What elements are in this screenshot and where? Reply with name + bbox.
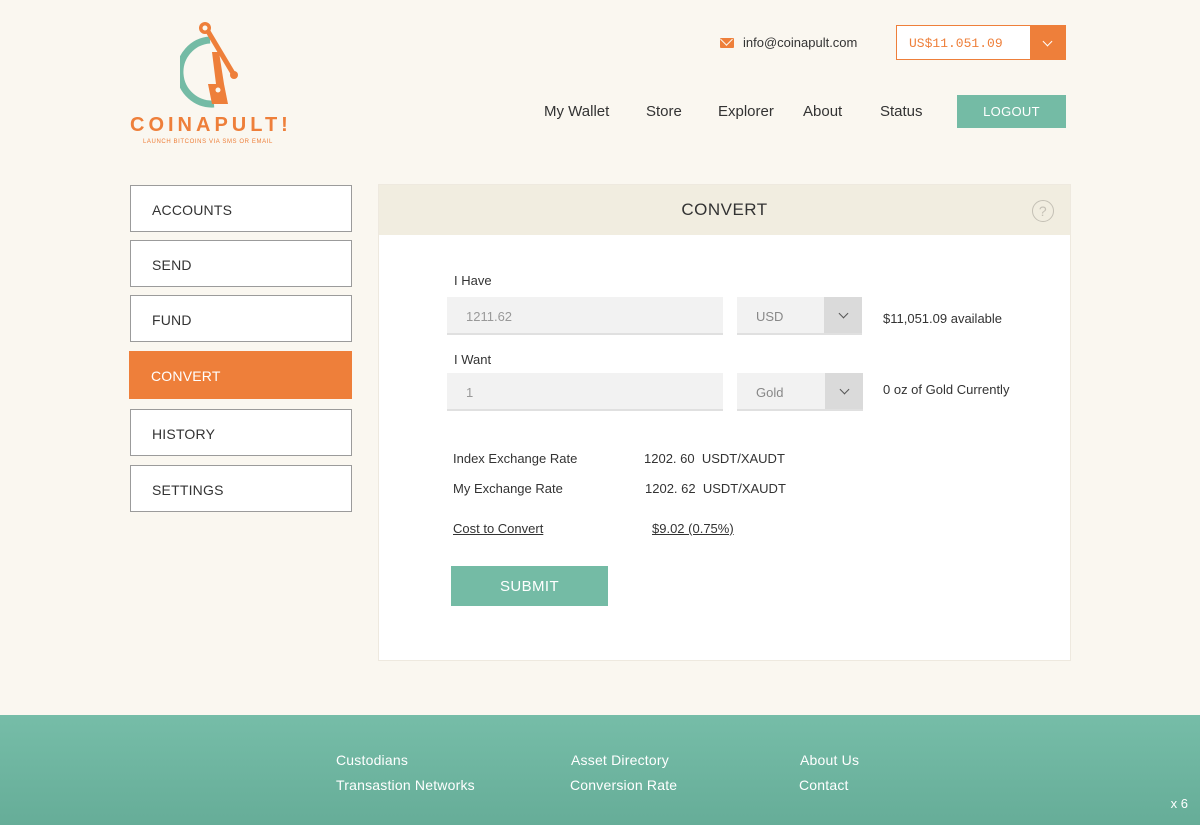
want-currency-toggle[interactable] bbox=[825, 373, 863, 409]
my-rate-label: My Exchange Rate bbox=[453, 481, 563, 496]
sidebar-item-fund[interactable]: FUND bbox=[130, 295, 352, 342]
have-label: I Have bbox=[454, 273, 492, 288]
want-currency-value: Gold bbox=[756, 385, 784, 400]
sidebar-item-accounts[interactable]: ACCOUNTS bbox=[130, 185, 352, 232]
balance-dropdown[interactable]: US$11.051.09 bbox=[896, 25, 1066, 60]
chevron-down-icon bbox=[1042, 36, 1053, 46]
coinapult-logo[interactable]: COINAPULT! LAUNCH BITCOINS VIA SMS OR EM… bbox=[130, 20, 300, 150]
index-rate-label: Index Exchange Rate bbox=[453, 451, 578, 466]
logo-wordmark: COINAPULT! bbox=[130, 114, 292, 136]
sidebar-item-history[interactable]: HISTORY bbox=[130, 409, 352, 456]
balance-dropdown-toggle[interactable] bbox=[1030, 26, 1065, 59]
convert-panel: CONVERT ? I Have 1211.62 USD $11,051.09 … bbox=[378, 184, 1071, 661]
balance-value: US$11.051.09 bbox=[909, 36, 1003, 51]
submit-button[interactable]: SUBMIT bbox=[451, 566, 608, 606]
footer-link-asset-directory[interactable]: Asset Directory bbox=[571, 752, 669, 768]
nav-status[interactable]: Status bbox=[880, 103, 923, 120]
zoom-indicator: x 6 bbox=[1170, 796, 1188, 811]
footer: Custodians Transastion Networks Asset Di… bbox=[0, 715, 1200, 825]
footer-link-transaction-networks[interactable]: Transastion Networks bbox=[336, 777, 475, 793]
catapult-logo-icon bbox=[180, 22, 238, 108]
chevron-down-icon bbox=[838, 308, 848, 319]
nav-explorer[interactable]: Explorer bbox=[718, 103, 774, 120]
sidebar-item-convert[interactable]: CONVERT bbox=[129, 351, 352, 399]
want-amount-input[interactable]: 1 bbox=[447, 373, 723, 411]
logout-button[interactable]: LOGOUT bbox=[957, 95, 1066, 128]
cost-to-convert-value[interactable]: $9.02 (0.75%) bbox=[652, 521, 734, 536]
sidebar-item-send[interactable]: SEND bbox=[130, 240, 352, 287]
nav-about[interactable]: About bbox=[803, 103, 842, 120]
nav-my-wallet[interactable]: My Wallet bbox=[544, 103, 609, 120]
want-currency-select[interactable]: Gold bbox=[737, 373, 863, 411]
chevron-down-icon bbox=[839, 384, 849, 395]
footer-link-about-us[interactable]: About Us bbox=[800, 752, 859, 768]
have-currency-select[interactable]: USD bbox=[737, 297, 862, 335]
footer-link-contact[interactable]: Contact bbox=[799, 777, 849, 793]
panel-header: CONVERT ? bbox=[379, 185, 1070, 235]
contact-email[interactable]: info@coinapult.com bbox=[720, 35, 857, 50]
footer-link-conversion-rate[interactable]: Conversion Rate bbox=[570, 777, 677, 793]
contact-email-text: info@coinapult.com bbox=[743, 35, 858, 50]
panel-title: CONVERT bbox=[681, 200, 768, 219]
want-label: I Want bbox=[454, 352, 492, 367]
logo-tagline: LAUNCH BITCOINS VIA SMS OR EMAIL bbox=[143, 139, 273, 145]
have-available-note: $11,051.09 available bbox=[883, 311, 1003, 326]
sidebar-item-settings[interactable]: SETTINGS bbox=[130, 465, 352, 512]
help-icon[interactable]: ? bbox=[1032, 200, 1054, 222]
want-current-note: 0 oz of Gold Currently bbox=[883, 382, 1010, 397]
have-currency-value: USD bbox=[756, 309, 784, 324]
index-rate-value: 1202. 60 USDT/XAUDT bbox=[644, 451, 785, 466]
cost-to-convert-link[interactable]: Cost to Convert bbox=[453, 521, 543, 536]
have-amount-input[interactable]: 1211.62 bbox=[447, 297, 723, 335]
envelope-icon bbox=[720, 37, 734, 48]
have-currency-toggle[interactable] bbox=[824, 297, 862, 333]
my-rate-value: 1202. 62 USDT/XAUDT bbox=[645, 481, 786, 496]
footer-link-custodians[interactable]: Custodians bbox=[336, 752, 408, 768]
nav-store[interactable]: Store bbox=[646, 103, 682, 120]
